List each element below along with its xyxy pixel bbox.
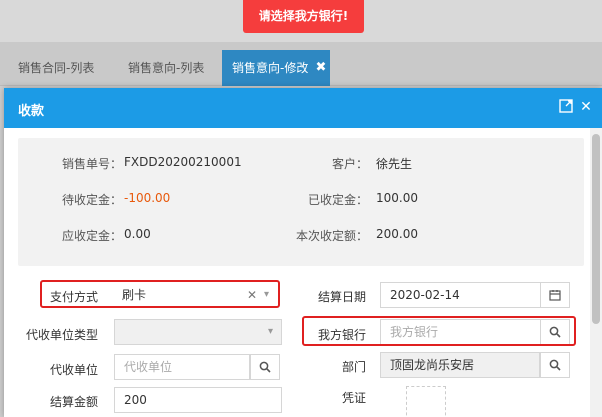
received-deposit-value: 100.00 xyxy=(376,191,418,205)
tab-sales-intent-list[interactable]: 销售意向-列表 xyxy=(118,50,214,86)
agent-unit-label: 代收单位 xyxy=(49,363,98,377)
close-icon[interactable]: ✖ xyxy=(315,50,326,86)
order-no-label: 销售单号： xyxy=(61,157,122,171)
receipt-modal: 收款 ✕ 销售单号： FXDD20200210001 客户： 徐先生 待收定金：… xyxy=(4,88,602,417)
close-icon[interactable]: ✕ xyxy=(578,99,594,115)
tab-label: 销售合同-列表 xyxy=(18,61,95,75)
error-toast: 请选择我方银行! xyxy=(243,0,364,33)
our-bank-highlight xyxy=(302,316,576,346)
department-label: 部门 xyxy=(341,360,366,374)
modal-title: 收款 xyxy=(18,104,45,119)
settle-amount-input[interactable]: 200 xyxy=(114,387,282,413)
pending-deposit-value: -100.00 xyxy=(124,191,171,205)
settle-amount-label: 结算金额 xyxy=(49,395,98,409)
tab-sales-intent-edit[interactable]: 销售意向-修改 ✖ xyxy=(222,50,331,86)
settle-date-label: 结算日期 xyxy=(317,290,366,304)
settle-date-input[interactable]: 2020-02-14 xyxy=(380,282,570,308)
modal-header: 收款 ✕ xyxy=(4,88,602,128)
settle-amount-value: 200 xyxy=(124,393,147,407)
scrollbar[interactable] xyxy=(590,128,602,417)
agent-unit-input[interactable]: 代收单位 xyxy=(114,354,280,380)
agent-unit-placeholder: 代收单位 xyxy=(124,360,173,374)
tab-sales-contract-list[interactable]: 销售合同-列表 xyxy=(8,50,104,86)
current-deposit-label: 本次收定额： xyxy=(295,229,368,243)
department-value: 顶固龙尚乐安居 xyxy=(390,358,475,372)
voucher-label: 凭证 xyxy=(341,391,366,405)
department-input[interactable]: 顶固龙尚乐安居 xyxy=(380,352,570,378)
due-deposit-value: 0.00 xyxy=(124,227,151,241)
received-deposit-label: 已收定金： xyxy=(307,193,368,207)
order-info-panel: 销售单号： FXDD20200210001 客户： 徐先生 待收定金： -100… xyxy=(18,138,584,266)
calendar-icon[interactable] xyxy=(540,282,570,308)
search-icon[interactable] xyxy=(540,352,570,378)
maximize-icon[interactable] xyxy=(558,99,574,115)
tab-bar: 销售合同-列表 销售意向-列表 销售意向-修改 ✖ xyxy=(0,42,602,86)
due-deposit-label: 应收定金： xyxy=(61,229,122,243)
search-icon[interactable] xyxy=(250,354,280,380)
agent-type-select[interactable]: ▾ xyxy=(114,319,282,345)
pending-deposit-label: 待收定金： xyxy=(61,193,122,207)
customer-value: 徐先生 xyxy=(376,157,413,171)
customer-label: 客户： xyxy=(331,157,368,171)
current-deposit-value: 200.00 xyxy=(376,227,418,241)
voucher-upload[interactable] xyxy=(406,386,446,417)
tab-label: 销售意向-列表 xyxy=(128,61,205,75)
agent-type-label: 代收单位类型 xyxy=(25,328,98,342)
chevron-down-icon: ▾ xyxy=(267,326,273,337)
settle-date-value: 2020-02-14 xyxy=(390,288,460,302)
order-no-value: FXDD20200210001 xyxy=(124,155,242,169)
payment-method-highlight xyxy=(40,280,280,308)
tab-label: 销售意向-修改 xyxy=(232,61,309,75)
scroll-thumb[interactable] xyxy=(592,134,600,324)
